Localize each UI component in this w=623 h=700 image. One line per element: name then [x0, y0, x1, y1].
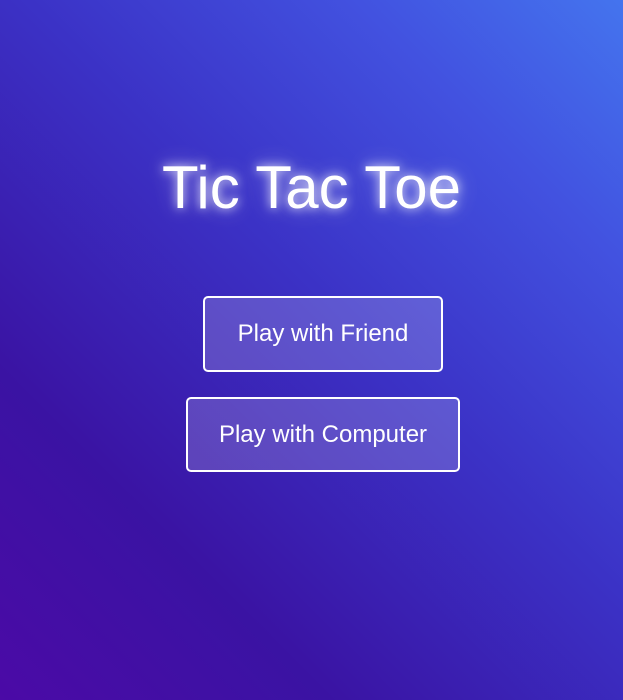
play-with-computer-label: Play with Computer — [218, 420, 428, 448]
menu-screen: Tic Tac Toe Play with Friend Play with C… — [0, 0, 623, 700]
play-with-friend-button[interactable]: Play with Friend — [203, 296, 443, 372]
play-with-computer-button[interactable]: Play with Computer — [186, 397, 460, 472]
play-with-friend-label: Play with Friend — [237, 320, 409, 347]
game-title: Tic Tac Toe — [161, 154, 462, 221]
